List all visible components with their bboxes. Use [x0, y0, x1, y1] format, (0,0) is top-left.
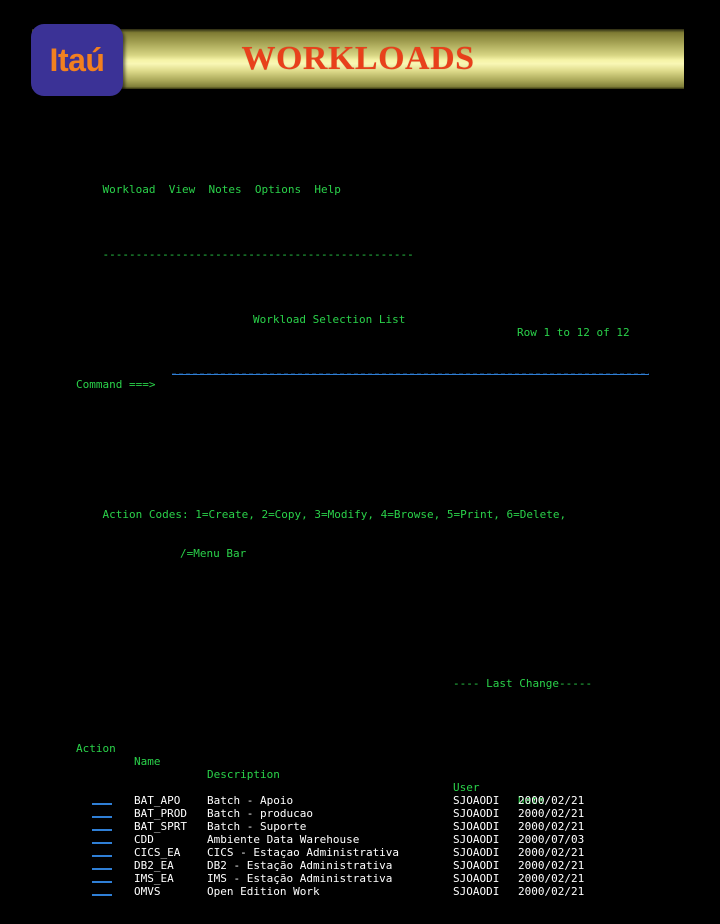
row-action-input[interactable]: [92, 881, 112, 883]
cell-name: BAT_SPRT: [134, 820, 187, 833]
action-codes-row-2: /=Menu Bar: [0, 534, 720, 560]
command-input[interactable]: [172, 373, 649, 375]
cell-user: SJOAODI: [453, 885, 500, 898]
cell-description: DB2 - Estação Administrativa: [207, 859, 393, 872]
mainframe-terminal-screen: Workload View Notes Options Help -------…: [0, 118, 720, 898]
cell-description: Open Edition Work: [207, 885, 320, 898]
cell-date: 2000/02/21: [518, 846, 585, 859]
table-row[interactable]: BAT_APO Batch - Apoio SJOAODI 2000/02/21: [0, 794, 720, 807]
table-row[interactable]: BAT_PROD Batch - producao SJOAODI 2000/02/2…: [0, 807, 720, 820]
terminal-menu-bar[interactable]: Workload View Notes Options Help: [0, 170, 720, 196]
cell-user: SJOAODI: [453, 794, 500, 807]
table-row[interactable]: BAT_SPRT Batch - Suporte SJOAODI 2000/02/21: [0, 820, 720, 833]
cell-user: SJOAODI: [453, 872, 500, 885]
row-action-input[interactable]: [92, 803, 112, 805]
row-action-input[interactable]: [92, 816, 112, 818]
cell-name: BAT_PROD: [134, 807, 187, 820]
column-header-user: User: [453, 781, 480, 794]
cell-name: BAT_APO: [134, 794, 181, 807]
table-row[interactable]: OMVS Open Edition Work SJOAODI 2000/02/21: [0, 885, 720, 898]
table-row[interactable]: DB2_EA DB2 - Estação Administrativa SJOAOD…: [0, 859, 720, 872]
page-title: WORKLOADS: [241, 40, 475, 77]
table-body: BAT_APO Batch - Apoio SJOAODI 2000/02/21 BAT…: [0, 794, 720, 898]
itau-logo-text: Itaú: [49, 42, 105, 78]
action-codes-line-1: Action Codes: 1=Create, 2=Copy, 3=Modify…: [102, 508, 567, 521]
menu-separator: ----------------------------------------…: [0, 235, 720, 261]
cell-user: SJOAODI: [453, 833, 500, 846]
cell-date: 2000/02/21: [518, 859, 585, 872]
cell-description: CICS - Estaçao Administrativa: [207, 846, 400, 859]
menu-bar-items[interactable]: Workload View Notes Options Help: [103, 183, 341, 196]
cell-date: 2000/02/21: [518, 820, 585, 833]
cell-name: IMS_EA: [134, 872, 174, 885]
row-counter: Row 1 to 12 of 12: [517, 326, 630, 339]
row-action-input[interactable]: [92, 829, 112, 831]
cell-date: 2000/02/21: [518, 794, 585, 807]
row-action-input[interactable]: [92, 894, 112, 896]
cell-name: OMVS: [134, 885, 161, 898]
cell-user: SJOAODI: [453, 846, 500, 859]
table-row[interactable]: CICS_EA CICS - Estaçao Administrativa SJOA…: [0, 846, 720, 859]
cell-description: Batch - Apoio: [207, 794, 294, 807]
screen-title: Workload Selection List: [253, 313, 406, 326]
action-codes-line-2: /=Menu Bar: [180, 547, 247, 560]
cell-date: 2000/02/21: [518, 872, 585, 885]
cell-name: CICS_EA: [134, 846, 181, 859]
cell-description: Batch - Suporte: [207, 820, 307, 833]
last-change-group-header: ---- Last Change-----: [453, 677, 593, 690]
column-header-name: Name: [134, 755, 161, 768]
row-action-input[interactable]: [92, 855, 112, 857]
cell-description: Ambiente Data Warehouse: [207, 833, 360, 846]
cell-description: Batch - producao: [207, 807, 313, 820]
itau-logo: Itaú: [31, 24, 123, 96]
screen-title-row: Workload Selection List Row 1 to 12 of 1…: [0, 300, 720, 339]
cell-user: SJOAODI: [453, 807, 500, 820]
cell-date: 2000/07/03: [518, 833, 585, 846]
command-label: Command ===>: [76, 378, 156, 391]
last-change-group-header-row: ---- Last Change-----: [0, 664, 720, 690]
cell-name: CDD: [134, 833, 154, 846]
column-header-description: Description: [207, 768, 280, 781]
cell-date: 2000/02/21: [518, 885, 585, 898]
row-action-input[interactable]: [92, 842, 112, 844]
column-header-action: Action: [76, 742, 116, 755]
cell-name: DB2_EA: [134, 859, 174, 872]
cell-user: SJOAODI: [453, 820, 500, 833]
command-line-row[interactable]: Command ===>: [0, 365, 720, 391]
cell-date: 2000/02/21: [518, 807, 585, 820]
table-row[interactable]: CDD Ambiente Data Warehouse SJOAODI 2000/07…: [0, 833, 720, 846]
action-codes-row-1: Action Codes: 1=Create, 2=Copy, 3=Modify…: [0, 495, 720, 521]
cell-description: IMS - Estação Administrativa: [207, 872, 393, 885]
table-header-row: Action Name Description User Date: [0, 729, 720, 807]
header-banner: WORKLOADS Itaú: [0, 0, 720, 110]
cell-user: SJOAODI: [453, 859, 500, 872]
row-action-input[interactable]: [92, 868, 112, 870]
separator-dashes: ----------------------------------------…: [102, 248, 414, 261]
table-row[interactable]: IMS_EA IMS - Estação Administrativa SJOAOD…: [0, 872, 720, 885]
